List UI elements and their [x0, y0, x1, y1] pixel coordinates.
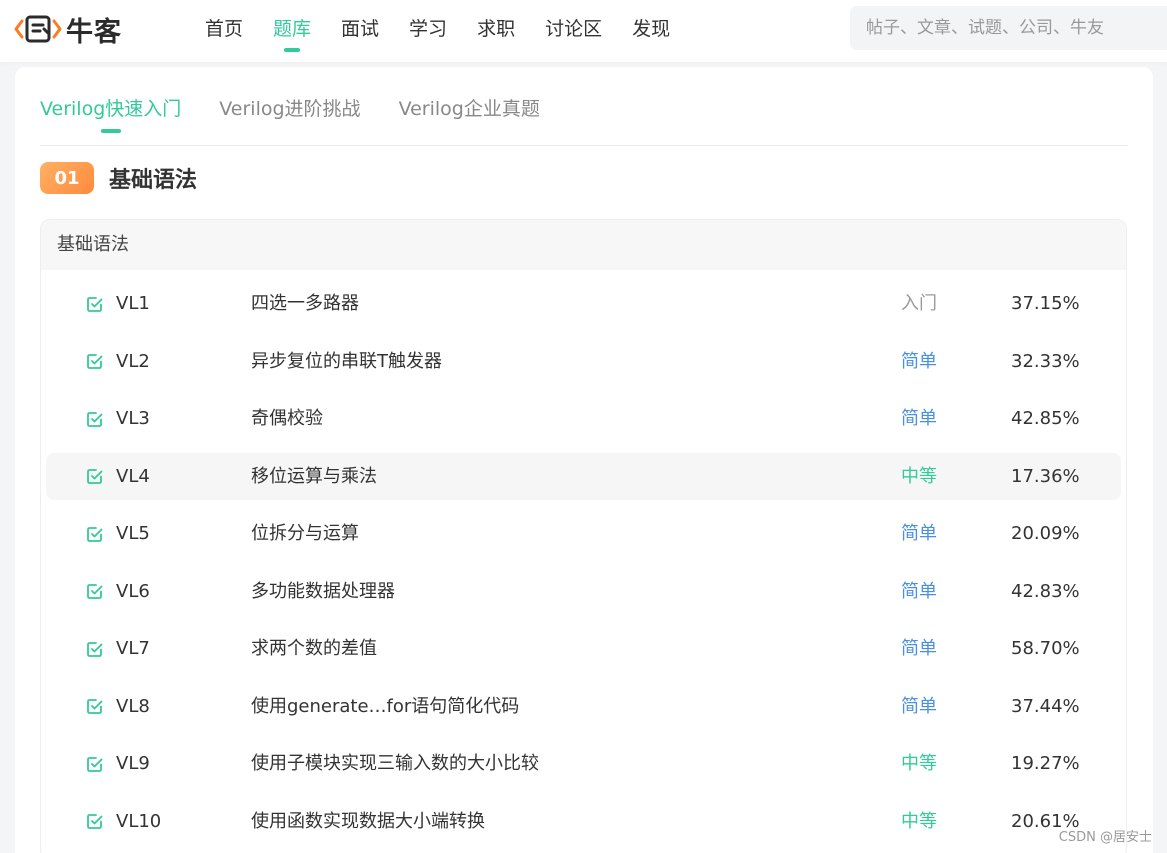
problem-id: VL3 [116, 408, 150, 429]
problem-id: VL9 [116, 753, 150, 774]
difficulty-label: 简单 [901, 408, 937, 429]
difficulty-label: 简单 [901, 638, 937, 659]
problem-row[interactable]: VL7 求两个数的差值 简单 58.70% [41, 620, 1126, 678]
check-icon [86, 678, 106, 736]
pass-rate: 19.27% [1011, 753, 1080, 774]
difficulty-label: 入门 [901, 293, 937, 314]
section-number-badge: 01 [40, 162, 94, 194]
problem-row[interactable]: VL1 四选一多路器 入门 37.15% [41, 275, 1126, 333]
check-icon [86, 735, 106, 793]
check-icon [86, 620, 106, 678]
nav-item[interactable]: 发现 [632, 0, 670, 62]
section-title: 基础语法 [109, 168, 198, 193]
question-bank-card: Verilog快速入门 Verilog进阶挑战 Verilog企业真题 01 基础语… [15, 67, 1153, 853]
check-icon [86, 793, 106, 851]
difficulty-label: 中等 [901, 753, 937, 774]
section-heading: 01 基础语法 [40, 161, 197, 195]
problem-row[interactable]: VL2 异步复位的串联T触发器 简单 32.33% [41, 333, 1126, 391]
pass-rate: 42.85% [1011, 408, 1080, 429]
nav-item[interactable]: 学习 [409, 0, 447, 62]
problem-row[interactable]: VL8 使用generate…for语句简化代码 简单 37.44% [41, 678, 1126, 736]
topic-tabs: Verilog快速入门 Verilog进阶挑战 Verilog企业真题 [40, 91, 1128, 146]
problem-list-panel: 基础语法 VL1 四选一多路器 入门 37.15% VL2 异步复位的串联T触发器 简单 32… [40, 219, 1127, 853]
problem-row[interactable]: VL10 使用函数实现数据大小端转换 中等 20.61% [41, 793, 1126, 851]
problem-title[interactable]: 四选一多路器 [251, 275, 359, 333]
difficulty-label: 简单 [901, 580, 937, 602]
problem-title[interactable]: 使用子模块实现三输入数的大小比较 [251, 735, 539, 793]
problem-id: VL1 [116, 293, 150, 314]
top-header: 牛客 首页 题库 面试 学习 求职 讨论区 发现 [0, 0, 1167, 62]
problem-row[interactable]: VL9 使用子模块实现三输入数的大小比较 中等 19.27% [41, 735, 1126, 793]
nav-item[interactable]: 首页 [205, 0, 243, 62]
nav-item[interactable]: 题库 [273, 0, 311, 62]
topic-tab[interactable]: Verilog企业真题 [399, 91, 540, 127]
problem-id: VL2 [116, 350, 150, 372]
problem-title[interactable]: 使用generate…for语句简化代码 [251, 678, 519, 736]
watermark: CSDN @居安士 [1058, 830, 1152, 845]
problem-row[interactable]: VL5 位拆分与运算 简单 20.09% [41, 505, 1126, 563]
panel-header: 基础语法 [41, 220, 1126, 270]
check-icon [86, 333, 106, 391]
problem-title[interactable]: 求两个数的差值 [251, 620, 377, 678]
check-icon [86, 505, 106, 563]
problem-title[interactable]: 移位运算与乘法 [251, 448, 377, 506]
main-nav: 首页 题库 面试 学习 求职 讨论区 发现 [205, 0, 700, 62]
nav-item[interactable]: 求职 [477, 0, 515, 62]
check-icon [86, 275, 106, 333]
problem-row[interactable]: VL3 奇偶校验 简单 42.85% [41, 390, 1126, 448]
difficulty-label: 中等 [901, 810, 937, 832]
difficulty-label: 中等 [901, 465, 937, 487]
pass-rate: 32.33% [1011, 350, 1080, 372]
problem-title[interactable]: 多功能数据处理器 [251, 563, 395, 621]
problem-id: VL10 [116, 810, 162, 832]
difficulty-label: 简单 [901, 695, 937, 717]
problem-list: VL1 四选一多路器 入门 37.15% VL2 异步复位的串联T触发器 简单 32.33% V… [41, 275, 1126, 850]
problem-title[interactable]: 奇偶校验 [251, 390, 323, 448]
problem-id: VL4 [116, 465, 150, 487]
pass-rate: 42.83% [1011, 580, 1080, 602]
check-icon [86, 448, 106, 506]
problem-row[interactable]: VL4 移位运算与乘法 中等 17.36% [41, 448, 1126, 506]
problem-title[interactable]: 位拆分与运算 [251, 505, 359, 563]
search-input[interactable] [850, 6, 1167, 50]
pass-rate: 58.70% [1011, 638, 1080, 659]
pass-rate: 37.44% [1011, 695, 1080, 717]
pass-rate: 20.09% [1011, 523, 1080, 544]
check-icon [86, 390, 106, 448]
problem-title[interactable]: 使用函数实现数据大小端转换 [251, 793, 485, 851]
problem-id: VL8 [116, 695, 150, 717]
topic-tab[interactable]: Verilog快速入门 [40, 91, 181, 127]
problem-row[interactable]: VL6 多功能数据处理器 简单 42.83% [41, 563, 1126, 621]
logo-icon [14, 15, 62, 43]
problem-title[interactable]: 异步复位的串联T触发器 [251, 333, 442, 391]
logo[interactable]: 牛客 [14, 12, 122, 48]
nav-item[interactable]: 讨论区 [545, 0, 602, 62]
problem-id: VL6 [116, 580, 150, 602]
logo-text: 牛客 [66, 16, 122, 48]
topic-tab[interactable]: Verilog进阶挑战 [219, 91, 360, 127]
difficulty-label: 简单 [901, 523, 937, 544]
pass-rate: 37.15% [1011, 293, 1080, 314]
check-icon [86, 563, 106, 621]
problem-id: VL7 [116, 638, 150, 659]
difficulty-label: 简单 [901, 350, 937, 372]
problem-id: VL5 [116, 523, 150, 544]
pass-rate: 17.36% [1011, 465, 1080, 487]
nav-item[interactable]: 面试 [341, 0, 379, 62]
